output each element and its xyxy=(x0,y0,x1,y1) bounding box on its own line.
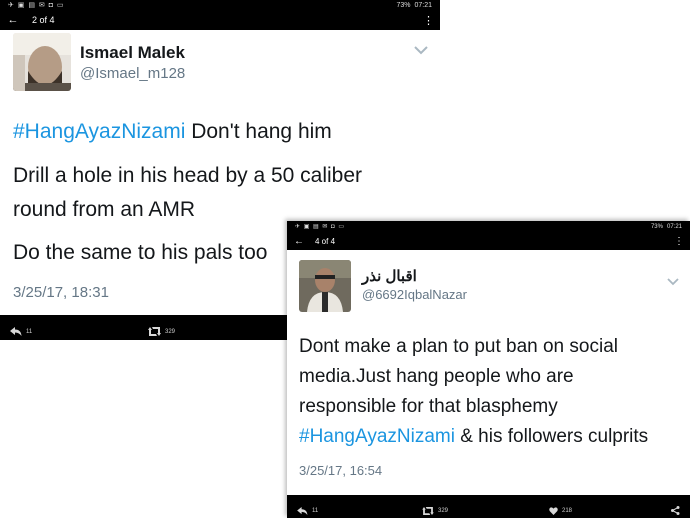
status-bar: ✈ ▣ ▤ ✉ ◘ ▭ 73% 07:21 xyxy=(0,0,440,10)
reply-icon xyxy=(297,502,308,518)
heart-icon xyxy=(549,502,558,518)
share-button[interactable] xyxy=(671,502,680,518)
action-bar: 11 329 218 xyxy=(287,495,690,518)
overflow-menu-icon[interactable]: ⋮ xyxy=(674,236,684,247)
tweet-line-1: #HangAyazNizami Don't hang him xyxy=(13,120,332,144)
timestamp: 3/25/17, 16:54 xyxy=(299,463,383,478)
tweet-counter: 2 of 4 xyxy=(32,15,55,25)
retweet-icon xyxy=(148,323,161,340)
author-handle[interactable]: @6692IqbalNazar xyxy=(362,287,467,302)
nav-bar: ← 4 of 4 ⋮ xyxy=(287,232,690,250)
reply-count: 11 xyxy=(26,329,33,335)
like-count: 218 xyxy=(562,508,573,514)
reply-button[interactable]: 11 xyxy=(10,323,32,340)
tweet-line-1: Dont make a plan to put ban on social xyxy=(299,336,618,357)
tweet-line-4: Do the same to his pals too xyxy=(13,241,268,264)
clock: 07:21 xyxy=(414,1,432,9)
share-icon xyxy=(671,502,680,518)
tweet-line-3: round from an AMR xyxy=(13,198,196,221)
status-bar: ✈ ▣ ▤ ✉ ◘ ▭ 73% 07:21 xyxy=(287,221,690,232)
timestamp: 3/25/17, 18:31 xyxy=(13,284,109,301)
retweet-count: 329 xyxy=(165,329,176,335)
tweet-line-3: responsible for that blasphemy xyxy=(299,396,558,417)
tweet-line-2: media.Just hang people who are xyxy=(299,366,574,387)
notification-icons: ✈ ▣ ▤ ✉ ◘ ▭ xyxy=(295,224,346,230)
tweet-line-2: Drill a hole in his head by a 50 caliber xyxy=(13,164,363,187)
battery-level: 73% xyxy=(396,1,411,9)
chevron-down-icon[interactable] xyxy=(414,42,428,60)
tweet-screenshot-2: ✈ ▣ ▤ ✉ ◘ ▭ 73% 07:21 ← 4 of 4 ⋮ اقبال ن… xyxy=(287,221,690,518)
clock: 07:21 xyxy=(666,223,682,230)
tweet-text: & his followers culprits xyxy=(454,426,649,447)
tweet-text: Don't hang him xyxy=(185,120,332,143)
retweet-count: 329 xyxy=(438,508,449,514)
hashtag-link[interactable]: #HangAyazNizami xyxy=(299,426,455,447)
retweet-icon xyxy=(422,502,434,518)
tweet-line-4: #HangAyazNizami & his followers culprits xyxy=(299,426,648,448)
author-name[interactable]: Ismael Malek xyxy=(80,43,185,63)
nav-bar: ← 2 of 4 ⋮ xyxy=(0,10,440,30)
author-name[interactable]: اقبال نذر xyxy=(362,267,417,285)
notification-icons: ✈ ▣ ▤ ✉ ◘ ▭ xyxy=(8,2,65,9)
battery-level: 73% xyxy=(650,223,663,230)
tweet-counter: 4 of 4 xyxy=(315,236,336,246)
chevron-down-icon[interactable] xyxy=(667,273,679,291)
hashtag-link[interactable]: #HangAyazNizami xyxy=(13,120,185,143)
like-button[interactable]: 218 xyxy=(549,502,572,518)
back-arrow-icon[interactable]: ← xyxy=(6,14,20,26)
retweet-button[interactable]: 329 xyxy=(422,502,448,518)
avatar[interactable] xyxy=(13,33,71,91)
reply-count: 11 xyxy=(312,508,319,514)
reply-button[interactable]: 11 xyxy=(297,502,318,518)
back-arrow-icon[interactable]: ← xyxy=(293,236,305,247)
retweet-button[interactable]: 329 xyxy=(148,323,175,340)
author-handle[interactable]: @Ismael_m128 xyxy=(80,65,185,82)
overflow-menu-icon[interactable]: ⋮ xyxy=(423,14,434,27)
reply-icon xyxy=(10,323,22,340)
avatar[interactable] xyxy=(299,260,351,312)
